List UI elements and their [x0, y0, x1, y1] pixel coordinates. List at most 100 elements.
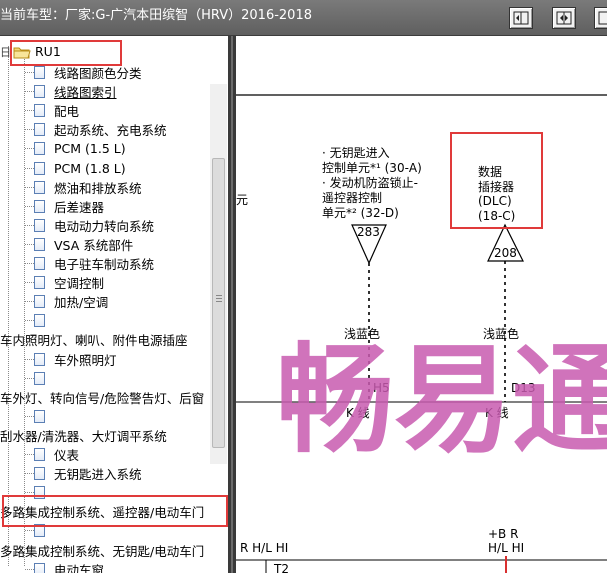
tree-branch-line	[25, 320, 34, 322]
expand-icon	[556, 11, 572, 25]
bottom-right-label-2: H/L HI	[488, 541, 525, 555]
connector-number-283: 283	[357, 225, 380, 239]
tree-item-label: 多路集成控制系统、无钥匙/电动车门	[0, 543, 205, 559]
tree-branch-line	[25, 129, 34, 131]
tree-item[interactable]: PCM (1.5 L)	[34, 139, 126, 158]
bottom-right-label-1: +B R	[488, 527, 519, 541]
document-icon	[34, 123, 45, 137]
tree-branch-line	[25, 148, 34, 150]
tree-branch-line	[25, 224, 34, 226]
tree-item[interactable]: 加热/空调	[34, 292, 108, 311]
tree-item[interactable]: 起动系统、充电系统	[34, 120, 167, 139]
tree-item[interactable]: 无钥匙进入系统	[34, 464, 142, 483]
tree-item[interactable]: 燃油和排放系统	[34, 178, 142, 197]
tree-guide-line	[24, 56, 25, 566]
grip-line	[216, 298, 222, 299]
tree-branch-line	[25, 492, 34, 494]
tree-item-label: 线路图索引	[54, 85, 117, 101]
tree-item-label: 电动车窗	[54, 562, 105, 573]
tree-branch-line	[25, 301, 34, 303]
tree-item[interactable]: 车外照明灯	[34, 350, 117, 369]
tree-item[interactable]: 线路图索引	[34, 82, 117, 101]
document-icon	[34, 161, 45, 175]
tree-panel: 日 RU1 线路图颜色分类 线路图索引 配电 起动系统、充电系统 PCM (1.5 L)…	[0, 36, 228, 573]
tree-item-label: 车内照明灯、喇叭、附件电源插座	[0, 333, 188, 349]
document-icon	[34, 104, 45, 118]
tree-item-label: 无钥匙进入系统	[54, 467, 142, 483]
left-component-label: · 无钥匙进入 控制单元*¹ (30-A) · 发动机防盗锁止- 遥控器控制 单…	[322, 146, 422, 220]
tree-item-label: 车外照明灯	[54, 352, 117, 368]
tree-item-label: 起动系统、充电系统	[54, 123, 167, 139]
tree-item[interactable]: VSA 系统部件	[34, 235, 133, 254]
document-icon	[34, 276, 45, 290]
tree-item[interactable]: 电动车窗	[34, 560, 104, 573]
document-icon	[34, 562, 45, 573]
tree-branch-line	[25, 186, 34, 188]
document-icon	[34, 218, 45, 232]
wiring-diagram: 元 · 无钥匙进入 控制单元*¹ (30-A) · 发动机防盗锁止- 遥控器控制…	[236, 36, 607, 573]
tree-branch-line	[25, 454, 34, 455]
highlight-box-root	[10, 40, 122, 66]
tree-item[interactable]: 电子驻车制动系统	[34, 254, 154, 273]
expand-button[interactable]	[552, 7, 576, 29]
tree-item[interactable]: 电动动力转向系统	[34, 216, 154, 235]
tree-branch-line	[25, 110, 34, 112]
tree-item-label: 加热/空调	[54, 295, 109, 311]
tree-item-label: 燃油和排放系统	[54, 180, 142, 196]
window-title: 当前车型：厂家:G-广汽本田缤智（HRV）2016-2018	[0, 8, 312, 23]
tree-item[interactable]: 车外灯、转向信号/危险警告灯、后窗	[0, 388, 204, 407]
tree-item-label: PCM (1.5 L)	[54, 141, 126, 157]
document-icon	[34, 448, 45, 461]
left-edge-text: 元	[236, 193, 249, 207]
collapse-right-icon	[598, 11, 607, 25]
collapse-left-icon	[513, 11, 529, 25]
tree-item-label: 电动动力转向系统	[54, 218, 155, 234]
tree-item-label: PCM (1.8 L)	[54, 160, 126, 176]
tree-item[interactable]: 刮水器/清洗器、大灯调平系统	[0, 426, 167, 445]
tree-item[interactable]	[34, 407, 54, 426]
document-icon	[34, 467, 45, 481]
document-icon	[34, 199, 45, 213]
tree-branch-line	[25, 205, 34, 207]
document-icon	[34, 257, 45, 270]
grip-line	[216, 301, 222, 302]
tree-item-label: 刮水器/清洗器、大灯调平系统	[0, 428, 167, 444]
tree-item[interactable]	[34, 369, 54, 388]
tree-branch-line	[25, 263, 34, 264]
tree-branch-line	[25, 473, 34, 475]
panel-splitter-line	[231, 36, 233, 573]
scrollbar-thumb[interactable]	[212, 158, 225, 448]
tree-item[interactable]	[34, 311, 54, 330]
tree-branch-line	[25, 91, 34, 93]
tree-item[interactable]: 空调控制	[34, 273, 104, 292]
document-icon	[34, 409, 45, 423]
highlight-box-tree-item	[2, 495, 228, 527]
tree-branch-line	[25, 72, 34, 73]
title-bar: 当前车型：厂家:G-广汽本田缤智（HRV）2016-2018	[0, 0, 607, 36]
tree-item-label: 空调控制	[54, 276, 105, 292]
document-icon	[34, 85, 45, 99]
watermark-text: 畅易通	[276, 331, 607, 469]
highlight-box-dlc	[450, 132, 543, 229]
tree-branch-line	[25, 167, 34, 169]
tree-item[interactable]: 后差速器	[34, 197, 104, 216]
tree-item-label: 仪表	[54, 448, 80, 463]
tree-item[interactable]: 配电	[34, 101, 79, 120]
grip-line	[216, 295, 222, 296]
tree-branch-line	[25, 377, 34, 379]
document-icon	[34, 142, 45, 156]
collapse-left-button[interactable]	[509, 7, 533, 29]
bottom-left-label: R H/L HI	[240, 541, 289, 555]
tree-item-label: 车外灯、转向信号/危险警告灯、后窗	[0, 390, 205, 406]
tree-branch-line	[25, 358, 34, 360]
tree-item[interactable]: 多路集成控制系统、无钥匙/电动车门	[0, 541, 204, 560]
tree-item-label: VSA 系统部件	[54, 237, 134, 253]
tree-branch-line	[25, 530, 34, 532]
tree-item-label: 配电	[54, 104, 80, 120]
document-icon	[34, 66, 45, 79]
tree-item[interactable]: 仪表	[34, 445, 79, 464]
tree-branch-line	[25, 568, 34, 570]
tree-item[interactable]: PCM (1.8 L)	[34, 159, 126, 178]
collapse-right-button[interactable]	[594, 7, 607, 29]
tree-item[interactable]: 车内照明灯、喇叭、附件电源插座	[0, 330, 188, 349]
